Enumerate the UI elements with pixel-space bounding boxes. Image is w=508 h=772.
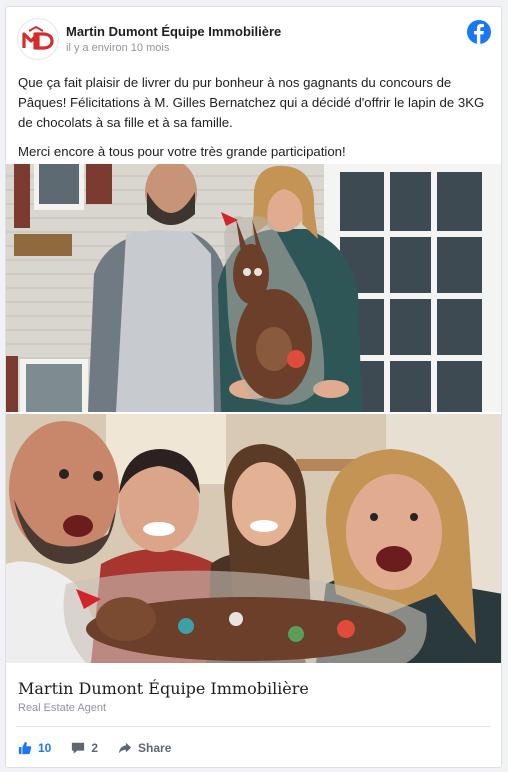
share-label: Share	[138, 741, 172, 755]
post-actions-bar: 10 2 Share	[18, 739, 191, 757]
like-count: 10	[38, 741, 52, 755]
link-title[interactable]: Martin Dumont Équipe Immobilière	[18, 679, 309, 698]
like-button[interactable]: 10	[18, 741, 51, 755]
post-paragraph: Que ça fait plaisir de livrer du pur bon…	[18, 75, 485, 130]
comment-icon	[72, 742, 85, 754]
post-timestamp[interactable]: il y a environ 10 mois	[66, 42, 169, 54]
like-icon	[18, 741, 32, 755]
share-button[interactable]: Share	[118, 741, 171, 755]
comment-count: 2	[91, 741, 99, 755]
photo-couple-chocolate-bunny[interactable]	[6, 164, 501, 412]
comment-button[interactable]: 2	[71, 741, 98, 755]
page-name-link[interactable]: Martin Dumont Équipe Immobilière	[66, 24, 281, 39]
post-paragraph: Merci encore à tous pour votre très gran…	[18, 144, 346, 159]
photo-family-selfie-chocolate-bunny[interactable]	[6, 414, 501, 663]
facebook-post-card: Martin Dumont Équipe Immobilière il y a …	[5, 6, 502, 768]
divider	[16, 726, 491, 727]
post-header: Martin Dumont Équipe Immobilière il y a …	[6, 7, 501, 65]
link-subtitle: Real Estate Agent	[18, 702, 107, 714]
md-logo-icon	[22, 26, 54, 50]
page-avatar[interactable]	[17, 18, 59, 60]
facebook-icon[interactable]	[467, 20, 491, 44]
post-text: Que ça fait plaisir de livrer du pur bon…	[18, 73, 493, 171]
share-icon	[118, 742, 132, 754]
